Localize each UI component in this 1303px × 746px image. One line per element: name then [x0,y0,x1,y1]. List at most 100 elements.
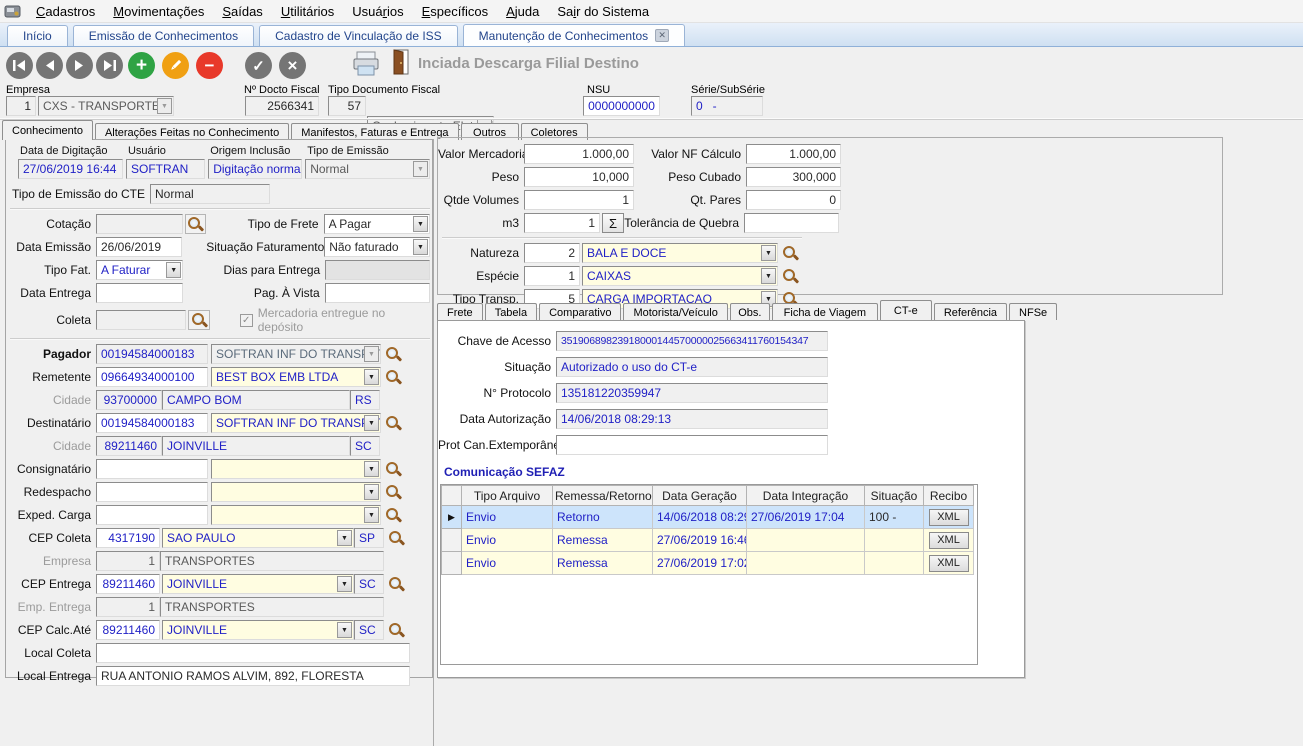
cep-entrega-cidade-combo[interactable]: JOINVILLE▼ [162,574,354,594]
tipo-emissao-combo[interactable]: Normal▼ [305,159,430,179]
exit-button[interactable] [393,49,410,78]
situacao-field[interactable]: Autorizado o uso do CT-e [556,357,828,377]
peso-cubado-field[interactable]: 300,000 [746,167,841,187]
menu-item-sair[interactable]: Sair do Sistema [548,0,658,23]
dropdown-arrow-icon[interactable]: ▼ [337,622,352,638]
print-button[interactable] [352,51,380,80]
cep-coleta-field[interactable]: 4317190 [96,528,160,548]
valor-mercadoria-field[interactable]: 1.000,00 [524,144,634,164]
tab-cte[interactable]: CT-e [880,300,932,320]
tab-manifestos[interactable]: Manifestos, Faturas e Entrega [291,123,458,140]
coleta-field[interactable] [96,310,186,330]
tab-nfse[interactable]: NFSe [1009,303,1057,320]
m3-field[interactable]: 1 [524,213,600,233]
pagador-code-field[interactable]: 00194584000183 [96,344,208,364]
consignatario-combo[interactable]: ▼ [211,459,381,479]
xml-button[interactable]: XML [929,555,969,572]
serie-field[interactable]: 0 - [691,96,763,116]
cancel-button[interactable]: × [279,52,306,79]
tab-referencia[interactable]: Referência [934,303,1007,320]
destinatario-combo[interactable]: SOFTRAN INF DO TRANSP LTDA▼ [211,413,381,433]
coleta-search-button[interactable] [188,310,210,330]
menu-item-saidas[interactable]: Saídas [213,0,271,23]
usuario-field[interactable]: SOFTRAN [126,159,205,179]
consignatario-code-field[interactable] [96,459,208,479]
chave-acesso-field[interactable]: 3519068982391800014457000002566341176015… [556,331,828,351]
xml-button[interactable]: XML [929,532,969,549]
pagador-search-icon[interactable] [385,346,401,362]
cep-coleta-search-icon[interactable] [388,530,404,546]
redespacho-code-field[interactable] [96,482,208,502]
origem-field[interactable]: Digitação normal [208,159,302,179]
dropdown-arrow-icon[interactable]: ▼ [157,98,172,114]
natureza-combo[interactable]: BALA E DOCE▼ [582,243,778,263]
xml-button[interactable]: XML [929,509,969,526]
pag-vista-field[interactable] [325,283,430,303]
tolerancia-field[interactable] [744,213,839,233]
next-record-button[interactable] [66,52,93,79]
tab-conhecimento[interactable]: Conhecimento [2,120,93,140]
data-emissao-field[interactable]: 26/06/2019 [96,237,182,257]
sum-button[interactable]: Σ [602,213,624,233]
digitacao-field[interactable]: 27/06/2019 16:44 [18,159,123,179]
first-record-button[interactable] [6,52,33,79]
last-record-button[interactable] [96,52,123,79]
menu-item-movimentacoes[interactable]: Movimentações [104,0,213,23]
tab-manutencao-conhecimentos[interactable]: Manutenção de Conhecimentos ✕ [463,24,685,46]
delete-record-button[interactable]: − [196,52,223,79]
dropdown-arrow-icon[interactable]: ▼ [364,346,379,362]
menu-item-usuarios[interactable]: Usuários [343,0,412,23]
cep-entrega-search-icon[interactable] [388,576,404,592]
tipodoc-code-field[interactable]: 57 [328,96,366,116]
dropdown-arrow-icon[interactable]: ▼ [413,161,428,177]
cep-calc-search-icon[interactable] [388,622,404,638]
exped-carga-search-icon[interactable] [385,507,401,523]
especie-code-field[interactable]: 1 [524,266,580,286]
especie-combo[interactable]: CAIXAS▼ [582,266,778,286]
pagador-combo[interactable]: SOFTRAN INF DO TRANSP LTDA▼ [211,344,381,364]
cep-entrega-field[interactable]: 89211460 [96,574,160,594]
dropdown-arrow-icon[interactable]: ▼ [364,369,379,385]
consignatario-search-icon[interactable] [385,461,401,477]
tab-ficha-viagem[interactable]: Ficha de Viagem [772,303,878,320]
tab-obs[interactable]: Obs. [730,303,770,320]
add-record-button[interactable]: + [128,52,155,79]
redespacho-search-icon[interactable] [385,484,401,500]
cotacao-search-button[interactable] [185,214,206,234]
menu-item-utilitarios[interactable]: Utilitários [272,0,343,23]
edit-record-button[interactable] [162,52,189,79]
dropdown-arrow-icon[interactable]: ▼ [337,530,352,546]
remetente-code-field[interactable]: 09664934000100 [96,367,208,387]
tab-alteracoes[interactable]: Alterações Feitas no Conhecimento [95,123,289,140]
cep-calc-field[interactable]: 89211460 [96,620,160,640]
tab-emissao-conhecimentos[interactable]: Emissão de Conhecimentos [73,25,254,46]
dropdown-arrow-icon[interactable]: ▼ [761,268,776,284]
especie-search-icon[interactable] [782,268,798,284]
tab-tabela[interactable]: Tabela [485,303,537,320]
dropdown-arrow-icon[interactable]: ▼ [364,415,379,431]
redespacho-combo[interactable]: ▼ [211,482,381,502]
nsu-field[interactable]: 0000000000 [583,96,660,116]
sit-fat-combo[interactable]: Não faturado▼ [324,237,430,257]
protocolo-field[interactable]: 135181220359947 [556,383,828,403]
tab-inicio[interactable]: Início [7,25,68,46]
data-entrega-field[interactable] [96,283,183,303]
close-tab-icon[interactable]: ✕ [655,29,669,42]
tab-cadastro-vinculacao-iss[interactable]: Cadastro de Vinculação de ISS [259,25,458,46]
empresa-code-field[interactable]: 1 [6,96,36,116]
menu-item-cadastros[interactable]: Cadastros [27,0,104,23]
dropdown-arrow-icon[interactable]: ▼ [337,576,352,592]
exped-carga-combo[interactable]: ▼ [211,505,381,525]
dropdown-arrow-icon[interactable]: ▼ [761,245,776,261]
menu-item-ajuda[interactable]: Ajuda [497,0,548,23]
destinatario-code-field[interactable]: 00194584000183 [96,413,208,433]
cep-calc-cidade-combo[interactable]: JOINVILLE▼ [162,620,354,640]
cep-coleta-cidade-combo[interactable]: SAO PAULO▼ [162,528,354,548]
sefaz-row[interactable]: Envio Remessa 27/06/2019 16:46 XML [442,529,974,552]
qt-pares-field[interactable]: 0 [746,190,841,210]
remetente-combo[interactable]: BEST BOX EMB LTDA▼ [211,367,381,387]
menu-item-especificos[interactable]: Específicos [413,0,497,23]
confirm-button[interactable]: ✓ [245,52,272,79]
dropdown-arrow-icon[interactable]: ▼ [413,216,428,232]
prev-record-button[interactable] [36,52,63,79]
